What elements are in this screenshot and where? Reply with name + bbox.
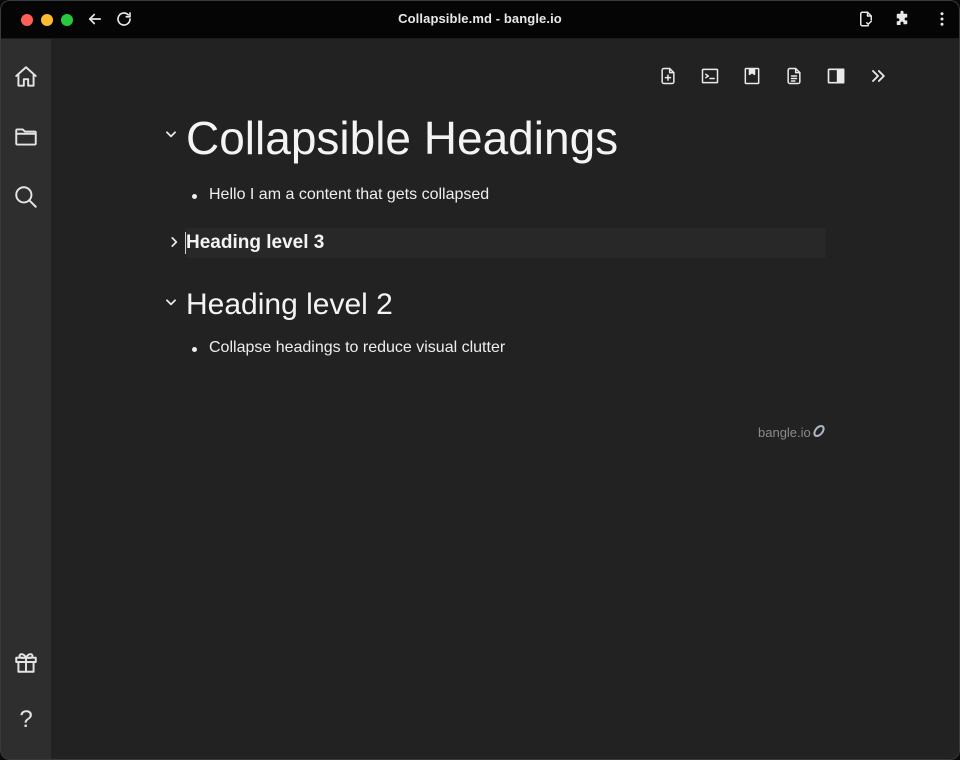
heading-h2[interactable]: Heading level 2 — [186, 288, 393, 322]
chevrons-right-icon[interactable] — [867, 65, 889, 87]
window-title: Collapsible.md - bangle.io — [398, 11, 562, 26]
collapse-toggle-h1[interactable] — [164, 127, 178, 141]
app-window: Collapsible.md - bangle.io ? Collapsible… — [0, 0, 960, 760]
gift-icon[interactable] — [12, 648, 40, 676]
brand-link[interactable]: bangle.io — [758, 424, 826, 441]
extension-icon[interactable] — [892, 9, 912, 29]
activity-bar: ? — [1, 39, 51, 759]
terminal-icon[interactable] — [699, 65, 721, 87]
home-icon[interactable] — [12, 63, 40, 91]
heading-h3[interactable]: Heading level 3 — [186, 232, 324, 254]
folder-icon[interactable] — [12, 123, 40, 151]
bookmark-icon[interactable] — [741, 65, 763, 87]
bangle-logo-icon — [812, 424, 826, 441]
sidebar-icon[interactable] — [825, 65, 847, 87]
list-item[interactable]: Collapse headings to reduce visual clutt… — [191, 339, 505, 357]
heading-h3-row[interactable]: Heading level 3 — [185, 228, 826, 258]
heading-h1[interactable]: Collapsible Headings — [186, 111, 618, 165]
title-bar: Collapsible.md - bangle.io — [1, 1, 959, 39]
document-icon[interactable] — [783, 65, 805, 87]
more-vertical-icon[interactable] — [932, 9, 952, 29]
brand-label: bangle.io — [758, 425, 811, 440]
document-icon[interactable] — [856, 9, 876, 29]
help-icon[interactable]: ? — [12, 706, 40, 734]
list-item[interactable]: Hello I am a content that gets collapsed — [191, 186, 489, 204]
expand-toggle-h3[interactable] — [167, 235, 181, 249]
collapse-toggle-h2[interactable] — [164, 295, 178, 309]
new-note-icon[interactable] — [657, 65, 679, 87]
search-icon[interactable] — [12, 183, 40, 211]
editor-area: Collapsible Headings Hello I am a conten… — [51, 39, 959, 759]
